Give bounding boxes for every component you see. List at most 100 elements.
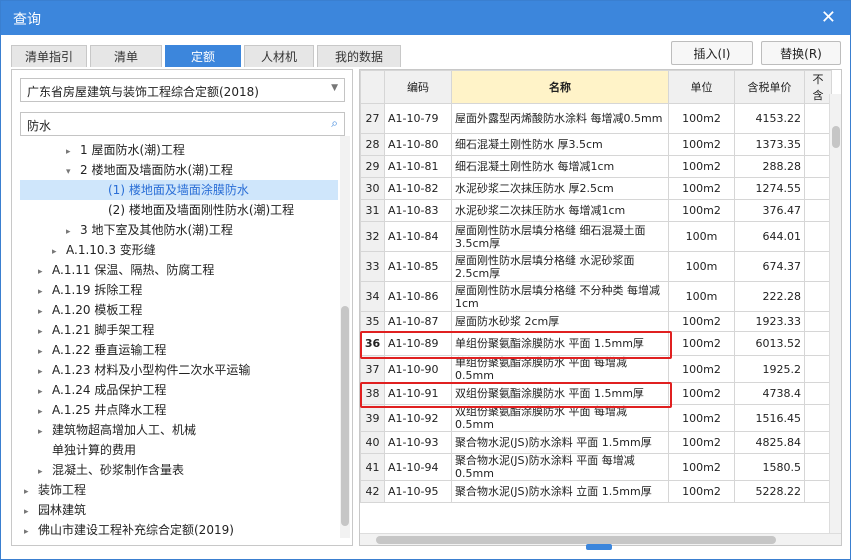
cell-price: 1373.35 (734, 133, 805, 156)
tree-node[interactable]: ▸ A.1.19 拆除工程 (38, 280, 142, 300)
tab-item[interactable]: 清单 (90, 45, 162, 67)
tree-node[interactable]: (1) 楼地面及墙面涂膜防水 (20, 180, 338, 200)
expand-arrow-icon[interactable]: ▸ (66, 142, 80, 162)
quota-grid: 编码 名称 单位 含税单价 不含 27 A1-10-79 屋面外露型丙烯酸防水涂料 每增减0… (359, 69, 842, 546)
expand-arrow-icon[interactable]: ▸ (24, 502, 38, 522)
column-header[interactable]: 名称 (451, 70, 669, 104)
grid-vertical-thumb[interactable] (832, 126, 840, 148)
cell-name: 单组份聚氨酯涂膜防水 平面 每增减0.5mm (451, 355, 669, 383)
search-icon[interactable]: ⌕ (331, 116, 338, 131)
tree-node[interactable]: ▾ 2 楼地面及墙面防水(潮)工程 (66, 160, 233, 180)
cell-price: 376.47 (734, 199, 805, 222)
close-icon[interactable]: ✕ (821, 7, 836, 28)
expand-arrow-icon[interactable]: ▸ (66, 222, 80, 242)
tree-node[interactable]: ▸ 装饰工程 (24, 480, 86, 500)
cell-price: 1274.55 (734, 177, 805, 200)
cell-name: 聚合物水泥(JS)防水涂料 平面 1.5mm厚 (451, 431, 669, 454)
table-row[interactable]: 29 A1-10-81 细石混凝土刚性防水 每增减1cm 100m2 288.28 (360, 155, 832, 178)
tree-node[interactable]: ▸ A.1.22 垂直运输工程 (38, 340, 166, 360)
tree-node[interactable]: 单独计算的费用 (38, 440, 136, 460)
cell-price: 222.28 (734, 281, 805, 312)
tree-node[interactable]: ▸ A.1.10.3 变形缝 (52, 240, 156, 260)
insert-button[interactable]: 插入(I) (671, 41, 753, 65)
tree-node[interactable]: (2) 楼地面及墙面刚性防水(潮)工程 (94, 200, 294, 220)
tree-node-label: 3 地下室及其他防水(潮)工程 (80, 223, 233, 237)
replace-button[interactable]: 替换(R) (761, 41, 841, 65)
tree-node[interactable]: ▸ A.1.23 材料及小型构件二次水平运输 (38, 360, 250, 380)
expand-arrow-icon[interactable]: ▸ (24, 522, 38, 540)
table-row[interactable]: 41 A1-10-94 聚合物水泥(JS)防水涂料 平面 每增减0.5mm 100m2… (360, 453, 832, 481)
column-header[interactable]: 编码 (384, 70, 452, 104)
tree-node[interactable]: ▸ A.1.21 脚手架工程 (38, 320, 154, 340)
grid-vertical-scrollbar[interactable] (829, 94, 841, 534)
table-row[interactable]: 42 A1-10-95 聚合物水泥(JS)防水涂料 立面 1.5mm厚 100m2 52… (360, 480, 832, 503)
expand-arrow-icon[interactable]: ▸ (38, 282, 52, 302)
cell-code: A1-10-89 (384, 331, 452, 356)
table-row[interactable]: 32 A1-10-84 屋面刚性防水层填分格缝 细石混凝土面3.5cm厚 100m 64… (360, 221, 832, 252)
cell-idx: 40 (360, 431, 385, 454)
tab-item[interactable]: 我的数据 (317, 45, 401, 67)
cell-idx: 39 (360, 404, 385, 432)
column-header[interactable]: 不含 (804, 70, 832, 104)
cell-idx: 36 (360, 331, 385, 356)
tree-node[interactable]: ▸ 佛山市建设工程补充综合定额(2019) (24, 520, 234, 540)
expand-arrow-icon[interactable]: ▸ (38, 302, 52, 322)
tree-node[interactable]: ▸ 园林建筑 (24, 500, 86, 520)
tree-node[interactable]: ▸ 建筑物超高增加人工、机械 (38, 420, 196, 440)
tree-node[interactable]: ▸ A.1.25 井点降水工程 (38, 400, 166, 420)
table-row[interactable]: 31 A1-10-83 水泥砂浆二次抹压防水 每增减1cm 100m2 376.47 (360, 199, 832, 222)
expand-arrow-icon[interactable]: ▸ (38, 342, 52, 362)
expand-arrow-icon[interactable]: ▸ (38, 362, 52, 382)
search-input[interactable]: 防水 ⌕ (20, 112, 345, 136)
cell-code: A1-10-90 (384, 355, 452, 383)
table-row[interactable]: 35 A1-10-87 屋面防水砂浆 2cm厚 100m2 1923.33 (360, 311, 832, 332)
tab-item[interactable]: 定额 (165, 45, 241, 67)
table-row[interactable]: 36 A1-10-89 单组份聚氨酯涂膜防水 平面 1.5mm厚 100m2 6013.… (360, 331, 832, 356)
tab-item[interactable]: 清单指引 (11, 45, 87, 67)
expand-arrow-icon[interactable]: ▸ (38, 382, 52, 402)
cell-price: 1516.45 (734, 404, 805, 432)
tree-node[interactable]: ▸ 混凝土、砂浆制作含量表 (38, 460, 184, 480)
tab-item[interactable]: 人材机 (244, 45, 314, 67)
expand-arrow-icon[interactable]: ▾ (66, 162, 80, 182)
expand-arrow-icon[interactable]: ▸ (52, 242, 66, 262)
table-row[interactable]: 27 A1-10-79 屋面外露型丙烯酸防水涂料 每增减0.5mm 100m2 4153… (360, 103, 832, 134)
tree-node-label: 2 楼地面及墙面防水(潮)工程 (80, 163, 233, 177)
quota-library-select[interactable]: 广东省房屋建筑与装饰工程综合定额(2018) ▼ (20, 78, 345, 102)
table-row[interactable]: 28 A1-10-80 细石混凝土刚性防水 厚3.5cm 100m2 1373.35 (360, 133, 832, 156)
expand-arrow-icon[interactable]: ▸ (38, 322, 52, 342)
table-row[interactable]: 39 A1-10-92 双组份聚氨酯涂膜防水 平面 每增减0.5mm 100m2 151… (360, 404, 832, 432)
column-header[interactable]: 含税单价 (734, 70, 805, 104)
expand-arrow-icon[interactable]: ▸ (38, 462, 52, 482)
tree-node[interactable]: ▸ 1 屋面防水(潮)工程 (66, 140, 185, 160)
table-row[interactable]: 37 A1-10-90 单组份聚氨酯涂膜防水 平面 每增减0.5mm 100m2 192… (360, 355, 832, 383)
expand-arrow-icon[interactable]: ▸ (38, 402, 52, 422)
expand-arrow-icon[interactable]: ▸ (38, 262, 52, 282)
tree-node[interactable]: ▸ A.1.11 保温、隔热、防腐工程 (38, 260, 214, 280)
tree-node[interactable]: ▸ 3 地下室及其他防水(潮)工程 (66, 220, 233, 240)
tree-node[interactable]: ▸ A.1.24 成品保护工程 (38, 380, 166, 400)
expand-arrow-icon[interactable]: ▸ (38, 422, 52, 442)
tree-node-label: A.1.25 井点降水工程 (52, 403, 167, 417)
table-row[interactable]: 38 A1-10-91 双组份聚氨酯涂膜防水 平面 1.5mm厚 100m2 4738.… (360, 382, 832, 405)
cell-price: 674.37 (734, 251, 805, 282)
expand-arrow-icon[interactable]: ▸ (24, 482, 38, 502)
tree-scrollbar[interactable] (340, 136, 350, 538)
table-row[interactable]: 40 A1-10-93 聚合物水泥(JS)防水涂料 平面 1.5mm厚 100m2 48… (360, 431, 832, 454)
column-header[interactable] (360, 70, 385, 104)
tree-node-label: A.1.24 成品保护工程 (52, 383, 167, 397)
cell-extra (804, 404, 832, 432)
grid-horizontal-thumb[interactable] (376, 536, 776, 544)
chevron-down-icon[interactable]: ▼ (331, 83, 338, 93)
column-header[interactable]: 单位 (668, 70, 735, 104)
cell-extra (804, 331, 832, 356)
cell-price: 644.01 (734, 221, 805, 252)
tree-scrollbar-thumb[interactable] (341, 306, 349, 526)
tree-node[interactable]: ▸ A.1.20 模板工程 (38, 300, 142, 320)
resize-grip[interactable] (586, 544, 612, 550)
tree-node-label: (1) 楼地面及墙面涂膜防水 (108, 183, 249, 197)
title-bar[interactable]: 查询 ✕ (1, 1, 850, 35)
table-row[interactable]: 34 A1-10-86 屋面刚性防水层填分格缝 不分种类 每增减1cm 100m 222… (360, 281, 832, 312)
table-row[interactable]: 33 A1-10-85 屋面刚性防水层填分格缝 水泥砂浆面2.5cm厚 100m 674… (360, 251, 832, 282)
table-row[interactable]: 30 A1-10-82 水泥砂浆二次抹压防水 厚2.5cm 100m2 1274.55 (360, 177, 832, 200)
